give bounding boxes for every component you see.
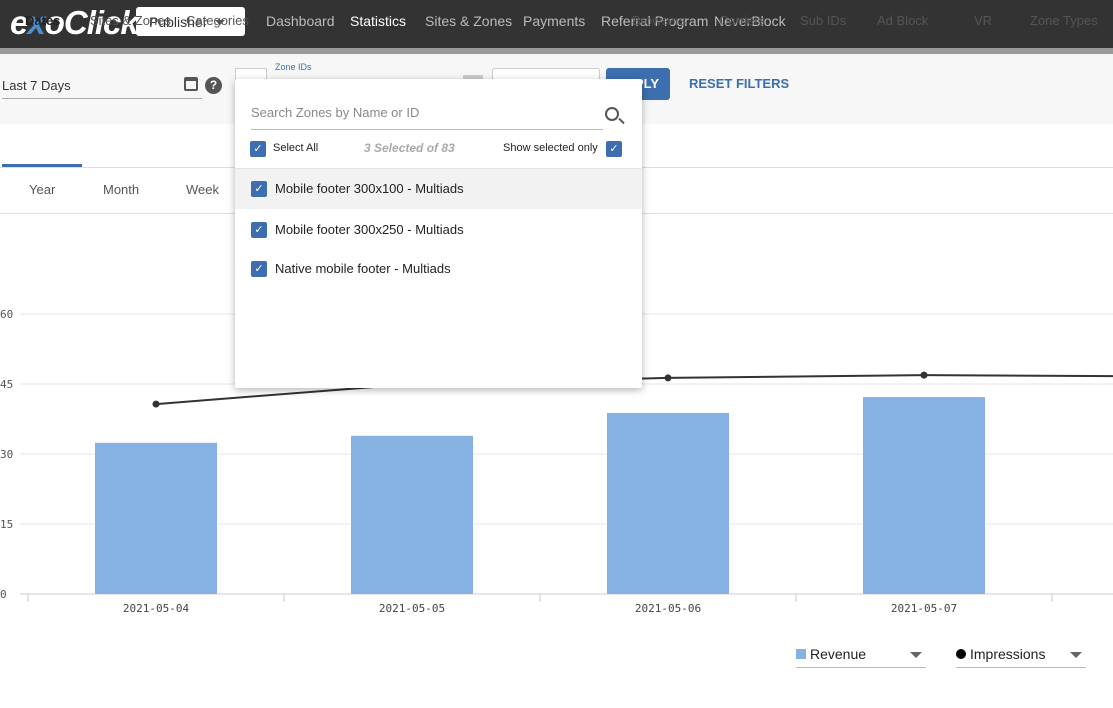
x-tick-label: 2021-05-04 [123, 602, 190, 615]
y-tick-label: 15 [0, 518, 13, 531]
select-all-label: Select All [273, 142, 319, 154]
zone-search-input[interactable]: Search Zones by Name or ID [251, 105, 603, 130]
x-tick-label: 2021-05-06 [635, 602, 701, 615]
revenue-bar [351, 435, 473, 594]
impressions-swatch [956, 649, 966, 659]
chevron-down-icon [910, 652, 922, 664]
impressions-metric-select[interactable]: Impressions [956, 646, 1086, 668]
zone-label: Native mobile footer - Multiads [275, 261, 451, 276]
zone-list-item[interactable]: ✓ Mobile footer 300x100 - Multiads [235, 169, 642, 209]
impressions-point [664, 374, 672, 382]
zone-select-popup: Search Zones by Name or ID ✓ Select All … [235, 79, 642, 388]
y-tick-label: 30 [0, 448, 13, 461]
zone-label: Mobile footer 300x100 - Multiads [275, 181, 464, 196]
zone-checkbox[interactable]: ✓ [251, 222, 267, 238]
impressions-label: Impressions [970, 646, 1046, 662]
zone-checkbox[interactable]: ✓ [251, 181, 267, 197]
zone-checkbox[interactable]: ✓ [251, 261, 267, 277]
revenue-label: Revenue [810, 646, 867, 662]
revenue-bar [95, 442, 217, 594]
revenue-swatch [796, 649, 806, 659]
revenue-bar [863, 397, 985, 594]
search-icon[interactable] [605, 107, 619, 121]
revenue-bar [607, 412, 729, 594]
zone-list-item[interactable]: ✓ Native mobile footer - Multiads [235, 249, 642, 289]
y-tick-label: 60 [0, 308, 13, 321]
chevron-down-icon [1070, 652, 1082, 664]
zone-label: Mobile footer 300x250 - Multiads [275, 222, 464, 237]
show-selected-only-label: Show selected only [503, 142, 598, 154]
revenue-metric-select[interactable]: Revenue [796, 646, 926, 668]
show-selected-only-checkbox[interactable]: ✓ [606, 141, 622, 157]
impressions-point [152, 400, 160, 408]
select-all-checkbox[interactable]: ✓ [250, 141, 266, 157]
y-tick-label: 0 [0, 588, 7, 601]
selected-count: 3 Selected of 83 [364, 141, 455, 155]
y-tick-label: 45 [0, 378, 13, 391]
zone-list-item[interactable]: ✓ Mobile footer 300x250 - Multiads [235, 210, 642, 250]
x-tick-label: 2021-05-05 [379, 602, 445, 615]
x-tick-label: 2021-05-07 [891, 602, 957, 615]
impressions-point [920, 371, 928, 379]
